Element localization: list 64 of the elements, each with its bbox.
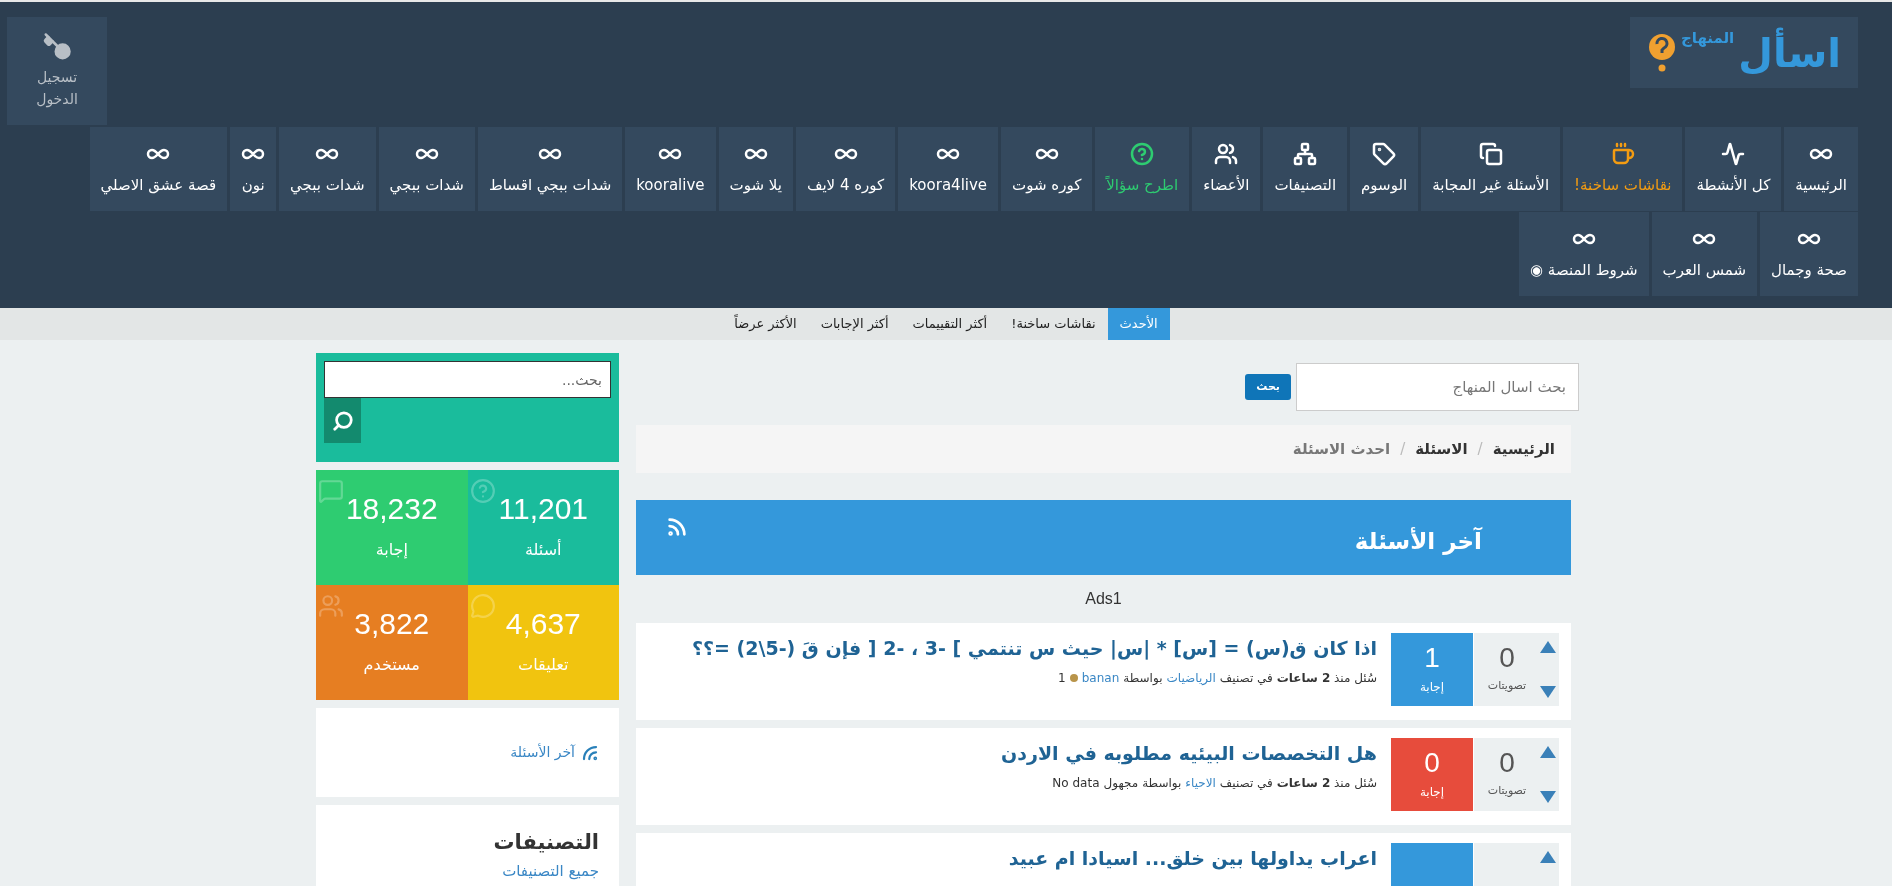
login-button[interactable]: تسجيل الدخول (7, 17, 107, 125)
sort-tab[interactable]: أكثر الإجابات (808, 308, 901, 340)
logo-subtext: المنهاج (1680, 28, 1735, 49)
answer-label: إجابة (1419, 783, 1445, 801)
nav-item[interactable]: اطرح سؤالاً (1095, 127, 1190, 211)
logo-text: اسأل (1738, 26, 1842, 78)
ad-label: Ads1 (1085, 589, 1122, 609)
nav-item[interactable]: شدات ببجي (378, 127, 475, 211)
stat-value: 18,232 (345, 493, 438, 524)
vote-label: تصويتات (1487, 783, 1527, 800)
nav-item[interactable]: كل الأنشطة (1685, 127, 1782, 211)
nav-item[interactable]: يلا شوت (718, 127, 793, 211)
nav-item[interactable]: koora4live (898, 127, 999, 211)
stat-label: مستخدم (363, 653, 420, 676)
category-link[interactable]: الاحياء (1185, 774, 1216, 792)
search-button[interactable]: بحث (1245, 374, 1291, 400)
stat-label: تعليقات (518, 653, 569, 676)
nav-item[interactable]: شمس العرب (1651, 212, 1758, 296)
search-field[interactable]: بحث اسال المنهاج (1296, 363, 1579, 411)
stat-label: أسئلة (524, 538, 562, 561)
nav-item[interactable]: شدات ببجي اقساط (477, 127, 623, 211)
nav-item[interactable]: التصنيفات (1263, 127, 1348, 211)
stat-value: 4,637 (505, 608, 581, 639)
answer-label: إجابة (1419, 678, 1445, 696)
sort-tab[interactable]: أكثر التقييمات (900, 308, 1000, 340)
nav-item[interactable]: الوسوم (1350, 127, 1419, 211)
breadcrumb-link[interactable]: الرئيسية (1492, 437, 1555, 461)
breadcrumb-separator: / (1477, 438, 1483, 460)
question-title[interactable]: اعراب يداولها بين خلق... اسيادا ام عبيد (1008, 843, 1377, 873)
breadcrumb-link[interactable]: احدث الاسئلة (1292, 437, 1391, 461)
nav-item[interactable]: كوره 4 لايف (795, 127, 896, 211)
vote-count: 0 (1499, 749, 1515, 778)
all-categories-link[interactable]: جميع التصنيفات (502, 861, 599, 880)
sort-tab[interactable]: نقاشات ساخنة! (999, 308, 1108, 340)
stat-label: إجابة (375, 538, 408, 561)
user-name: مجهول (1103, 775, 1139, 792)
nav-item[interactable]: نون (230, 127, 277, 211)
vote-count: 0 (1499, 644, 1515, 673)
stat-value: 11,201 (498, 493, 588, 524)
answer-count: 0 (1424, 748, 1440, 777)
nav-item[interactable]: كوره شوت (1001, 127, 1093, 211)
nav-item[interactable]: شروط المنصة ◉ (1519, 212, 1649, 296)
user-link[interactable]: banan (1081, 669, 1120, 687)
nav-item[interactable]: قصة عشق الاصلي (89, 127, 228, 211)
sidebar-search-field[interactable]: بحث... (324, 361, 611, 398)
nav-item[interactable]: الرئيسية (1784, 127, 1858, 211)
nav-item[interactable]: شدات ببجي (279, 127, 376, 211)
question-title[interactable]: اذا كان ق(س) = [س] * |س| حيث س تنتمي ] -3 ، -2 [ فإن قَ (-5\2) =؟؟ (692, 633, 1377, 663)
nav-item[interactable]: نقاشات ساخنة! (1563, 127, 1683, 211)
nav-item[interactable]: kooralive (625, 127, 716, 211)
sort-tab[interactable]: الأكثر عرضاً (722, 308, 809, 340)
nav-item[interactable]: الأسئلة غير المجابة (1421, 127, 1561, 211)
stat-value: 3,822 (354, 608, 430, 639)
breadcrumb-link[interactable]: الاسئلة (1415, 437, 1468, 461)
vote-label: تصويتات (1487, 678, 1527, 695)
answer-count: 1 (1424, 643, 1440, 672)
category-link[interactable]: الرياضيات (1166, 669, 1216, 687)
categories-title: التصنيفات (492, 829, 599, 856)
section-title: آخر الأسئلة (1354, 526, 1482, 557)
question-title[interactable]: هل التخصصات البيئيه مطلوبه في الاردن (1001, 738, 1377, 768)
breadcrumb-separator: / (1400, 438, 1406, 460)
nav-item[interactable]: صحة وجمال (1760, 212, 1858, 296)
nav-item[interactable]: الأعضاء (1192, 127, 1261, 211)
feed-link[interactable]: آخر الأسئلة (510, 742, 599, 763)
